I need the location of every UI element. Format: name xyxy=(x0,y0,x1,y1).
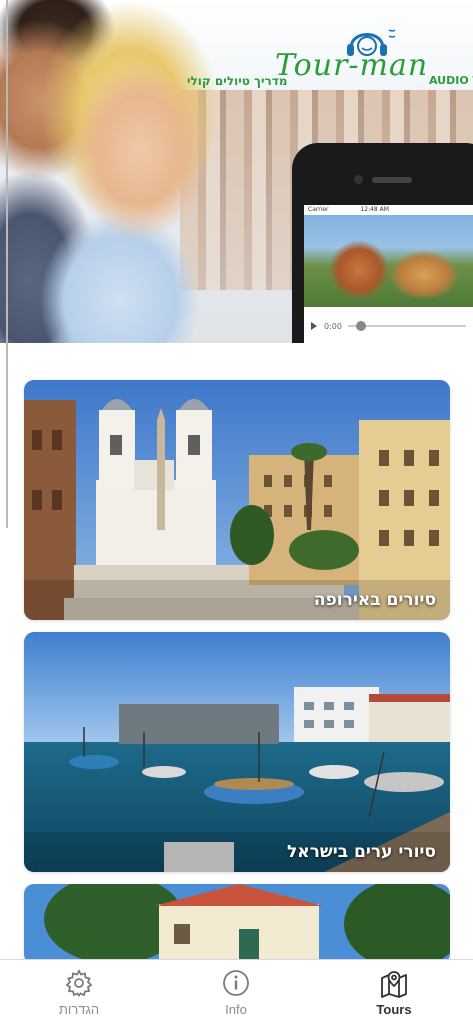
hero-banner: Tour-man מדריך טיולים קולי AUDIO T Carri… xyxy=(0,0,473,343)
phone-progress-track xyxy=(347,321,467,331)
phone-camera xyxy=(354,175,363,184)
tab-settings-label: הגדרות xyxy=(58,1002,100,1017)
phone-progress-knob xyxy=(355,321,366,331)
phone-time: 12:48 AM xyxy=(360,206,389,213)
scroll-indicator xyxy=(6,0,8,528)
play-icon xyxy=(311,322,317,330)
tour-card-title: סיורי ערים בישראל xyxy=(286,842,436,862)
tab-info-label: Info xyxy=(225,1002,247,1017)
tab-settings[interactable]: הגדרות xyxy=(19,960,139,1025)
tour-card-europe[interactable]: סיורים באירופה xyxy=(24,380,450,620)
phone-status-bar: Carrier 12:48 AM xyxy=(304,205,473,215)
tab-tours-label: Tours xyxy=(376,1002,412,1017)
tab-info[interactable]: Info xyxy=(176,960,296,1025)
phone-tour-photo xyxy=(304,215,473,307)
partial-card-photo xyxy=(24,884,450,964)
brand-logo: Tour-man מדריך טיולים קולי AUDIO T xyxy=(185,20,473,100)
tour-card-partial[interactable] xyxy=(24,884,450,964)
phone-speaker xyxy=(372,177,412,183)
info-icon xyxy=(223,970,249,996)
brand-audio-label: AUDIO T xyxy=(429,74,473,87)
israel-card-photo xyxy=(24,632,450,872)
phone-mockup: Carrier 12:48 AM 0:00 -1 xyxy=(292,143,473,343)
map-pin-icon xyxy=(381,971,407,998)
brand-name: Tour-man xyxy=(275,48,429,83)
tab-tours[interactable]: Tours xyxy=(334,960,454,1025)
gear-icon xyxy=(65,969,93,997)
tour-card-israel-cities[interactable]: סיורי ערים בישראל xyxy=(24,632,450,872)
phone-screen: Carrier 12:48 AM 0:00 -1 xyxy=(304,205,473,343)
brand-subtitle: מדריך טיולים קולי xyxy=(187,74,288,88)
phone-elapsed: 0:00 xyxy=(324,321,342,331)
phone-audio-player: 0:00 -1 xyxy=(304,307,473,343)
europe-card-photo xyxy=(24,380,450,620)
phone-carrier: Carrier xyxy=(308,206,329,213)
bottom-tab-bar: הגדרות Info Tours xyxy=(0,959,473,1025)
tour-card-title: סיורים באירופה xyxy=(313,590,436,610)
